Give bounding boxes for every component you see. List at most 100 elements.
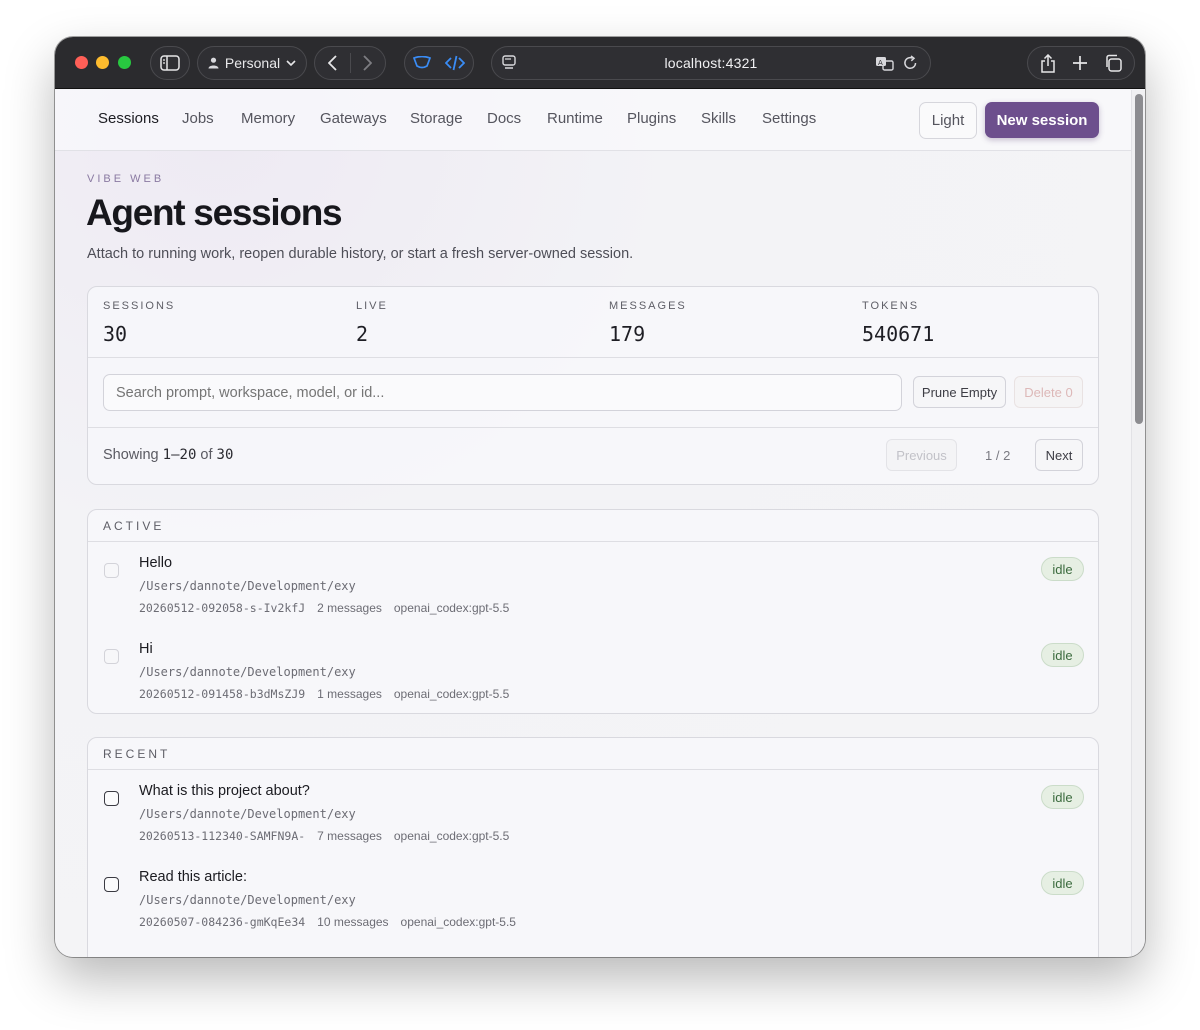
profile-name: Personal <box>224 55 281 71</box>
nav-jobs[interactable]: Jobs <box>182 110 214 127</box>
active-sessions-section: ACTIVE Hello /Users/dannote/Development/… <box>87 509 1099 714</box>
stat-value: 30 <box>103 322 128 346</box>
session-model: openai_codex:gpt-5.5 <box>393 687 510 701</box>
session-id: 20260513-112340-SAMFN9A- <box>139 829 306 843</box>
new-tab-icon[interactable] <box>1072 55 1088 71</box>
stat-label: MESSAGES <box>609 300 687 312</box>
sessions-overview-card: SESSIONS 30 LIVE 2 MESSAGES 179 TOKENS 5… <box>87 286 1099 485</box>
session-row[interactable]: Hi /Users/dannote/Development/exy 202605… <box>88 628 1098 714</box>
recent-sessions-section: RECENT What is this project about? /User… <box>87 737 1099 957</box>
status-badge: idle <box>1041 643 1084 667</box>
svg-text:A: A <box>878 59 883 67</box>
search-input[interactable] <box>103 374 902 411</box>
page-menu-icon[interactable] <box>502 55 516 71</box>
person-icon <box>208 57 219 69</box>
session-path: /Users/dannote/Development/exy <box>139 893 356 907</box>
session-message-count: 7 messages <box>317 829 382 843</box>
back-button[interactable] <box>315 47 350 79</box>
nav-plugins[interactable]: Plugins <box>627 110 676 127</box>
session-row[interactable]: Hello /Users/dannote/Development/exy 202… <box>88 542 1098 628</box>
window-actions <box>1027 46 1135 80</box>
session-checkbox[interactable] <box>104 563 119 578</box>
profile-menu-button[interactable]: Personal <box>197 46 307 80</box>
session-title: Hi <box>139 641 153 657</box>
session-path: /Users/dannote/Development/exy <box>139 665 356 679</box>
status-badge: idle <box>1041 785 1084 809</box>
stat-value: 540671 <box>862 322 935 346</box>
session-message-count: 10 messages <box>317 915 389 929</box>
next-page-button[interactable]: Next <box>1035 439 1083 471</box>
session-meta: 20260512-092058-s-Iv2kfJ 2 messages open… <box>139 601 509 615</box>
divider <box>88 427 1098 428</box>
session-checkbox[interactable] <box>104 877 119 892</box>
new-session-button[interactable]: New session <box>985 102 1099 138</box>
chevron-down-icon <box>286 60 296 66</box>
url-text: localhost:4321 <box>664 55 758 71</box>
session-meta: 20260507-084236-gmKqEe34 10 messages ope… <box>139 915 516 929</box>
theme-toggle-button[interactable]: Light <box>919 102 977 139</box>
section-title: ACTIVE <box>103 519 165 533</box>
close-window-button[interactable] <box>75 56 88 69</box>
sidebar-toggle-button[interactable] <box>150 46 190 80</box>
zoom-window-button[interactable] <box>118 56 131 69</box>
session-row[interactable]: What is this project about? /Users/danno… <box>88 770 1098 856</box>
session-id: 20260512-091458-b3dMsZJ9 <box>139 687 306 701</box>
nav-sessions[interactable]: Sessions <box>98 110 159 127</box>
top-navigation: Sessions Jobs Memory Gateways Storage Do… <box>55 90 1131 151</box>
session-message-count: 2 messages <box>317 601 382 615</box>
previous-page-button[interactable]: Previous <box>886 439 957 471</box>
nav-skills[interactable]: Skills <box>701 110 736 127</box>
browser-toolbar: Personal localhost:4321 A <box>55 37 1145 89</box>
session-id: 20260512-092058-s-Iv2kfJ <box>139 601 306 615</box>
translate-icon[interactable]: A <box>875 55 895 71</box>
shield-extension-icon[interactable] <box>413 56 431 70</box>
session-row[interactable]: Read this article: /Users/dannote/Develo… <box>88 856 1098 942</box>
stat-messages: MESSAGES 179 <box>609 300 687 346</box>
nav-storage[interactable]: Storage <box>410 110 463 127</box>
forward-button[interactable] <box>350 47 385 79</box>
chevron-left-icon <box>327 55 337 71</box>
session-checkbox[interactable] <box>104 791 119 806</box>
status-badge: idle <box>1041 557 1084 581</box>
pagination-summary: Showing 1–20 of 30 <box>103 447 233 463</box>
history-nav <box>314 46 386 80</box>
showing-prefix: Showing <box>103 447 159 463</box>
session-meta: 20260513-112340-SAMFN9A- 7 messages open… <box>139 829 509 843</box>
session-checkbox[interactable] <box>104 649 119 664</box>
tab-overview-icon[interactable] <box>1104 54 1122 72</box>
nav-memory[interactable]: Memory <box>241 110 295 127</box>
chevron-right-icon <box>363 55 373 71</box>
nav-settings[interactable]: Settings <box>762 110 816 127</box>
session-meta: 20260512-091458-b3dMsZJ9 1 messages open… <box>139 687 509 701</box>
delete-selected-button[interactable]: Delete 0 <box>1014 376 1083 408</box>
page-scrollbar[interactable] <box>1131 90 1145 957</box>
page-indicator: 1 / 2 <box>985 448 1011 463</box>
session-model: openai_codex:gpt-5.5 <box>393 829 510 843</box>
stat-value: 179 <box>609 322 646 346</box>
session-title: Hello <box>139 555 173 571</box>
prune-empty-button[interactable]: Prune Empty <box>913 376 1006 408</box>
nav-runtime[interactable]: Runtime <box>547 110 603 127</box>
session-model: openai_codex:gpt-5.5 <box>393 601 510 615</box>
status-badge: idle <box>1041 871 1084 895</box>
code-extension-icon[interactable] <box>445 55 465 71</box>
minimize-window-button[interactable] <box>96 56 109 69</box>
share-icon[interactable] <box>1040 53 1056 73</box>
stat-label: LIVE <box>356 300 388 312</box>
nav-gateways[interactable]: Gateways <box>320 110 387 127</box>
page-subtitle: Attach to running work, reopen durable h… <box>87 246 634 262</box>
stat-label: SESSIONS <box>103 300 176 312</box>
session-message-count: 1 messages <box>317 687 382 701</box>
session-title: Read this article: <box>139 869 247 885</box>
scrollbar-thumb[interactable] <box>1135 94 1143 424</box>
stat-label: TOKENS <box>862 300 920 312</box>
address-bar[interactable]: localhost:4321 A <box>491 46 931 80</box>
stat-sessions: SESSIONS 30 <box>103 300 175 346</box>
session-title: What is this project about? <box>139 783 310 799</box>
reload-icon[interactable] <box>903 55 918 71</box>
session-id: 20260507-084236-gmKqEe34 <box>139 915 306 929</box>
page-content: Sessions Jobs Memory Gateways Storage Do… <box>55 90 1131 957</box>
sidebar-icon <box>160 55 180 71</box>
stat-tokens: TOKENS 540671 <box>862 300 934 346</box>
nav-docs[interactable]: Docs <box>487 110 521 127</box>
